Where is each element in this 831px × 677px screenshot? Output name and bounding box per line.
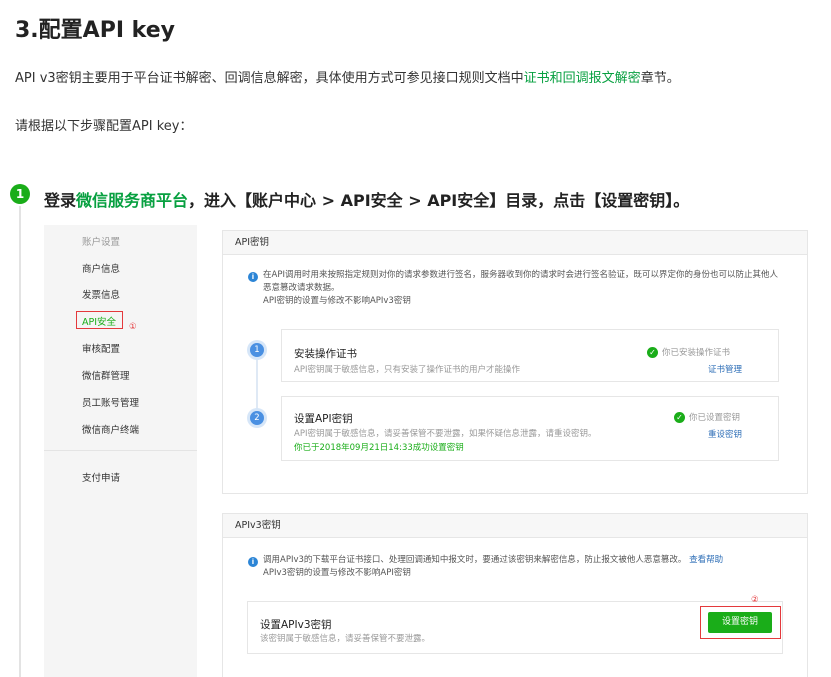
key-set-text: 你已设置密钥 [688, 413, 740, 423]
sidebar-item-wechat-group[interactable]: 微信群管理 [82, 368, 130, 382]
sidebar-item-invoice-info[interactable]: 发票信息 [82, 287, 120, 301]
apiv3-note-text: 调用APIv3的下载平台证书接口、处理回调通知中报文时，要通过该密钥来解密信息，… [263, 555, 687, 565]
apiv3-note-line2: APIv3密钥的设置与修改不影响API密钥 [263, 568, 411, 578]
set-api-key-title: 设置API密钥 [294, 413, 353, 425]
apiv3-note-line1: 调用APIv3的下载平台证书接口、处理回调通知中报文时，要通过该密钥来解密信息，… [263, 554, 723, 567]
sidebar-item-review-config[interactable]: 审核配置 [82, 341, 120, 355]
check-icon: ✓ [673, 412, 685, 423]
timeline-step-2: 2 [250, 411, 264, 425]
step-connector-line [256, 349, 258, 417]
step-text-before: 登录 [44, 191, 77, 210]
cert-installed-status: ✓ 你已安装操作证书 [646, 346, 730, 358]
timeline-step-1: 1 [250, 343, 264, 357]
set-api-key-desc: API密钥属于敏感信息，请妥善保管不要泄露，如果怀疑信息泄露，请重设密钥。 [294, 429, 597, 439]
step-timeline-line [19, 206, 21, 677]
sidebar-item-merchant-info[interactable]: 商户信息 [82, 261, 120, 275]
embedded-screenshot: 账户设置 商户信息 发票信息 API安全 审核配置 微信群管理 员工账号管理 微… [44, 225, 810, 677]
annotation-marker-1: ① [129, 322, 137, 332]
api-key-panel-header: API密钥 [223, 231, 807, 255]
api-key-panel: API密钥 i 在API调用时用来按照指定规则对你的请求参数进行签名，服务器收到… [222, 230, 808, 494]
instruction-paragraph: 请根据以下步骤配置API key： [15, 119, 193, 134]
reset-key-link[interactable]: 重设密钥 [708, 428, 742, 440]
page-title: 3.配置API key [15, 18, 175, 43]
annotation-marker-2: ② [751, 595, 759, 605]
install-cert-card: 安装操作证书 API密钥属于敏感信息，只有安装了操作证书的用户才能操作 ✓ 你已安… [281, 329, 779, 382]
sidebar-divider [44, 450, 197, 451]
key-set-status: ✓ 你已设置密钥 [673, 411, 740, 423]
set-apiv3-key-title: 设置APIv3密钥 [260, 619, 332, 631]
step-heading: 登录微信服务商平台，进入【账户中心 > API安全 > API安全】目录，点击【… [44, 187, 689, 211]
install-cert-title: 安装操作证书 [294, 348, 357, 360]
step-text-after: ，进入【账户中心 > API安全 > API安全】目录，点击【设置密钥】。 [188, 191, 690, 210]
api-key-note-line3: API密钥的设置与修改不影响APIv3密钥 [263, 296, 411, 306]
set-api-key-card: 设置API密钥 API密钥属于敏感信息，请妥善保管不要泄露，如果怀疑信息泄露，请… [281, 396, 779, 461]
apiv3-panel: APIv3密钥 i 调用APIv3的下载平台证书接口、处理回调通知中报文时，要通… [222, 513, 808, 677]
annotation-box-api-security [76, 311, 123, 329]
key-set-time-note: 你已于2018年09月21日14:33成功设置密钥 [294, 443, 464, 453]
check-icon: ✓ [646, 347, 658, 358]
cert-manage-link[interactable]: 证书管理 [708, 363, 742, 375]
set-key-button[interactable]: 设置密钥 [708, 612, 772, 633]
info-icon: i [248, 557, 258, 567]
intro-text-after: 章节。 [640, 71, 680, 86]
api-key-note-line2: 恶意篡改请求数据。 [263, 283, 340, 293]
sidebar-item-merchant-terminal[interactable]: 微信商户终端 [82, 422, 139, 436]
set-apiv3-key-desc: 该密钥属于敏感信息，请妥善保管不要泄露。 [260, 634, 431, 644]
sidebar: 账户设置 商户信息 发票信息 API安全 审核配置 微信群管理 员工账号管理 微… [44, 225, 197, 677]
apiv3-panel-header: APIv3密钥 [223, 514, 807, 538]
intro-text-before: API v3密钥主要用于平台证书解密、回调信息解密，具体使用方式可参见接口规则文… [15, 71, 524, 86]
api-key-note: 在API调用时用来按照指定规则对你的请求参数进行签名，服务器收到你的请求时会进行… [263, 269, 778, 308]
merchant-platform-link[interactable]: 微信服务商平台 [76, 191, 188, 210]
info-icon: i [248, 272, 258, 282]
sidebar-item-staff-accounts[interactable]: 员工账号管理 [82, 395, 139, 409]
cert-decrypt-link[interactable]: 证书和回调报文解密 [524, 71, 641, 86]
cert-installed-text: 你已安装操作证书 [661, 348, 730, 358]
intro-paragraph: API v3密钥主要用于平台证书解密、回调信息解密，具体使用方式可参见接口规则文… [15, 67, 680, 86]
install-cert-desc: API密钥属于敏感信息，只有安装了操作证书的用户才能操作 [294, 365, 520, 375]
api-key-note-line1: 在API调用时用来按照指定规则对你的请求参数进行签名，服务器收到你的请求时会进行… [263, 270, 778, 280]
sidebar-item-payment-apply[interactable]: 支付申请 [82, 470, 120, 484]
apiv3-note: 调用APIv3的下载平台证书接口、处理回调通知中报文时，要通过该密钥来解密信息，… [263, 554, 723, 580]
view-help-link[interactable]: 查看帮助 [689, 555, 723, 565]
step-number-badge: 1 [10, 184, 30, 204]
sidebar-group-label: 账户设置 [82, 237, 121, 248]
